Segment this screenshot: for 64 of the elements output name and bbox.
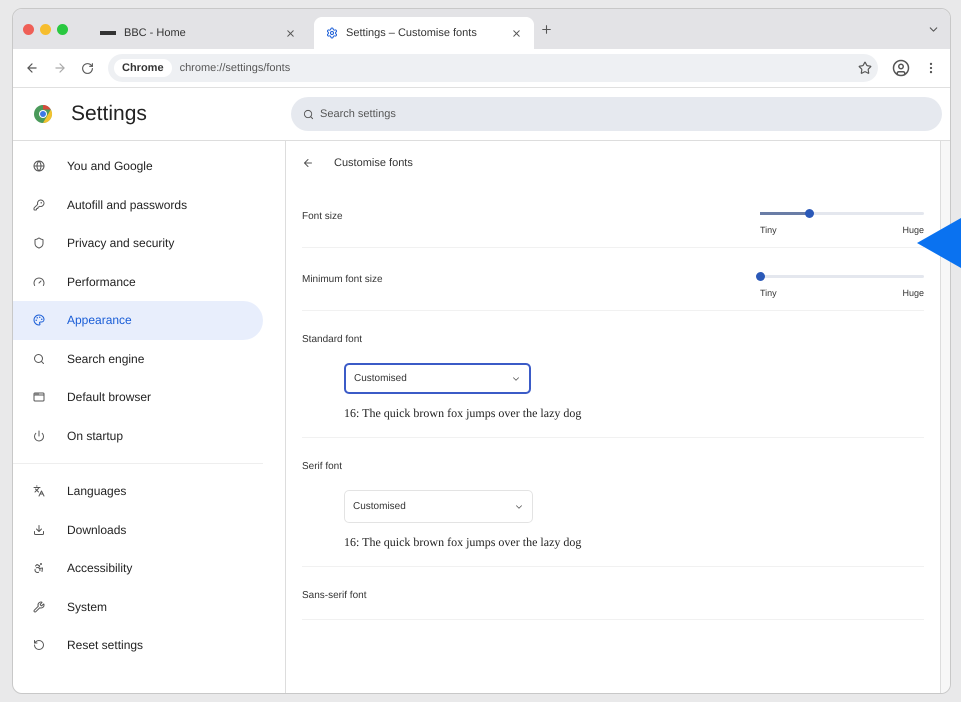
sidebar-item[interactable]: Downloads	[13, 510, 263, 549]
sidebar-item[interactable]: Languages	[13, 472, 263, 510]
address-field[interactable]: Chrome chrome://settings/fonts	[108, 54, 878, 82]
sidebar-item[interactable]: Default browser	[13, 378, 263, 416]
back-icon[interactable]	[25, 61, 39, 75]
font-sample-text: 16: The quick brown fox jumps over the lazy dog	[344, 406, 582, 421]
close-light-icon	[23, 24, 34, 34]
setting-label: Standard font	[302, 334, 362, 345]
sidebar-item[interactable]: Search engine	[13, 340, 263, 378]
reload-icon[interactable]	[81, 62, 94, 74]
slider-min-label: Tiny	[760, 288, 777, 298]
close-tab-icon[interactable]	[285, 28, 296, 38]
setting-label: Serif font	[302, 461, 342, 472]
new-tab-icon[interactable]	[540, 22, 553, 36]
minimize-light-icon	[40, 24, 51, 34]
slider-max-label: Huge	[902, 288, 924, 298]
globe-icon	[33, 160, 45, 172]
search-icon	[33, 352, 45, 365]
font-dropdown[interactable]: Customised	[344, 490, 533, 523]
shield-icon	[33, 237, 45, 250]
browser-tab[interactable]: BBC - Home	[88, 17, 308, 49]
sidebar-item[interactable]: You and Google	[13, 147, 263, 186]
settings-title: Settings	[71, 102, 147, 126]
search-icon	[303, 108, 314, 120]
url-text: chrome://settings/fonts	[180, 62, 290, 74]
sidebar-item[interactable]: System	[13, 588, 263, 626]
browser-logo-icon	[33, 104, 53, 124]
sidebar-item[interactable]: Autofill and passwords	[13, 186, 263, 224]
download-icon	[33, 524, 45, 536]
page-title: Customise fonts	[334, 157, 413, 169]
gauge-icon	[33, 276, 45, 288]
setting-label: Font size	[302, 210, 343, 222]
font-dropdown[interactable]: Customised	[344, 363, 531, 394]
close-tab-icon[interactable]	[511, 28, 522, 38]
browser-window-icon	[33, 391, 45, 404]
font-sample-text: 16: The quick brown fox jumps over the lazy dog	[344, 535, 582, 550]
sidebar-item[interactable]: Appearance	[13, 301, 263, 340]
profile-icon[interactable]	[892, 59, 910, 77]
zoom-light-icon	[57, 24, 68, 34]
sidebar-item[interactable]: On startup	[13, 416, 263, 455]
palette-icon	[33, 314, 45, 326]
slider-thumb[interactable]	[756, 272, 765, 280]
sidebar-item[interactable]: Privacy and security	[13, 224, 263, 262]
site-chip: Chrome	[114, 59, 172, 77]
bookmark-star-icon[interactable]	[858, 61, 872, 75]
browser-tab[interactable]: Settings – Customise fonts	[314, 17, 534, 49]
slider-min-label: Tiny	[760, 224, 777, 234]
power-icon	[33, 430, 45, 442]
setting-label: Minimum font size	[302, 274, 383, 284]
slider-thumb[interactable]	[805, 208, 814, 218]
sidebar-item[interactable]: Reset settings	[13, 626, 263, 664]
slider-max-label: Huge	[902, 224, 924, 234]
site-icon	[100, 31, 116, 35]
search-field[interactable]: Search settings	[291, 97, 942, 131]
reset-icon	[33, 639, 45, 652]
gear-icon	[326, 27, 338, 39]
sidebar-item[interactable]: Accessibility	[13, 549, 263, 588]
accessibility-icon	[33, 562, 45, 574]
key-icon	[33, 198, 45, 211]
languages-icon	[33, 485, 45, 498]
setting-label: Sans-serif font	[302, 590, 366, 601]
sidebar-item[interactable]: Performance	[13, 262, 263, 301]
wrench-icon	[33, 600, 45, 613]
back-arrow-icon[interactable]	[302, 157, 314, 169]
